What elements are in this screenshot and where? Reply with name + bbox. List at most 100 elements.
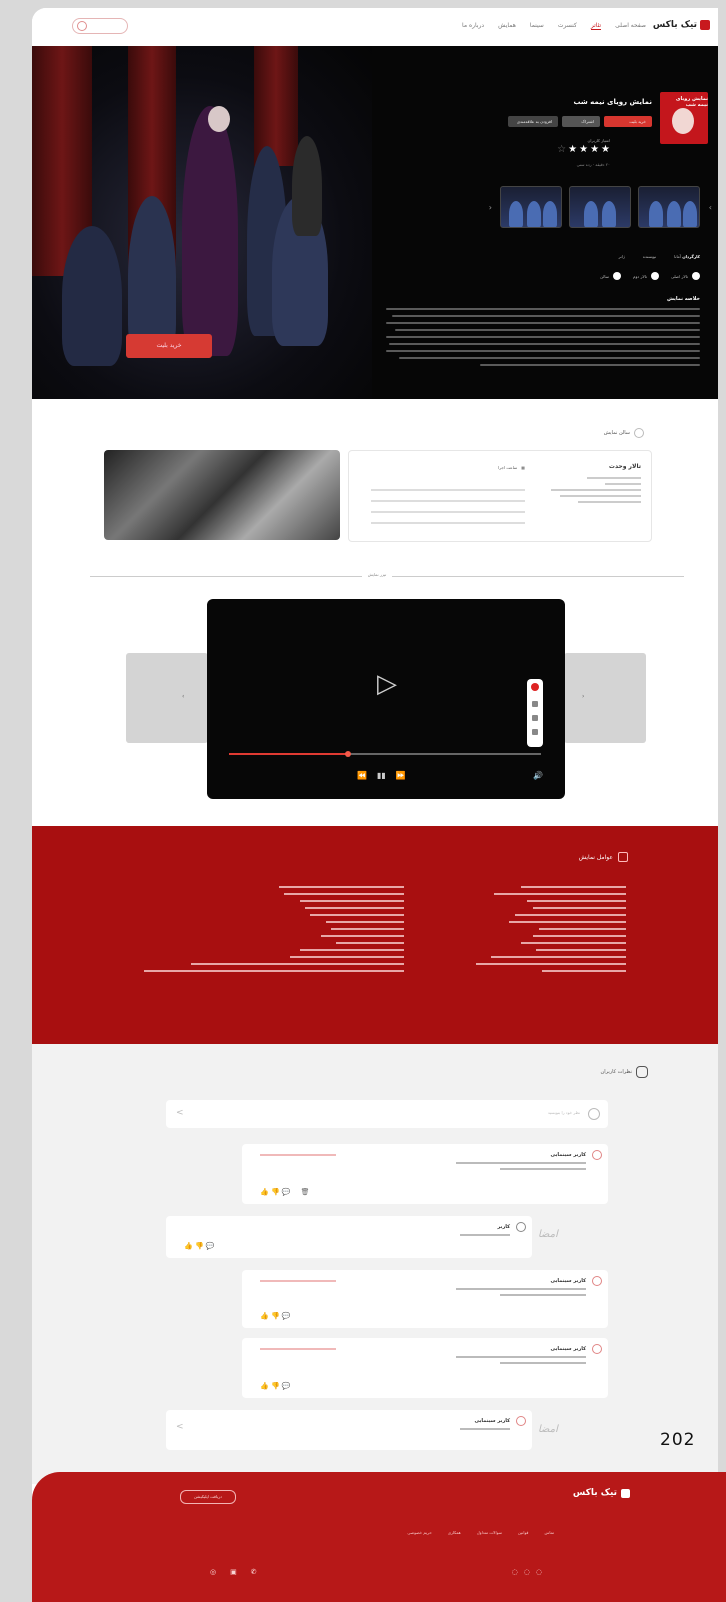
nav-link-home[interactable]: صفحه اصلی xyxy=(615,22,646,30)
footer-brand[interactable]: تیک باکس xyxy=(573,1488,630,1498)
venue-radio-1[interactable]: تالار اصلی xyxy=(671,272,700,280)
reply-input-card[interactable]: کاربر سینمایی < xyxy=(166,1410,532,1450)
description-title: خلاصه نمایش xyxy=(666,296,700,302)
nav-link-cinema[interactable]: سینما xyxy=(530,22,544,30)
video-side-menu[interactable] xyxy=(527,679,543,747)
footer-link[interactable]: قوانین xyxy=(518,1530,528,1535)
search-button[interactable] xyxy=(72,18,128,34)
gallery-thumbnails xyxy=(500,186,700,228)
venue-label: سالن xyxy=(600,273,609,279)
badge-icon[interactable]: ◌ xyxy=(524,1568,530,1576)
share-chip[interactable]: اشتراک xyxy=(562,116,600,127)
avatar xyxy=(592,1276,602,1286)
play-icon[interactable]: ▷ xyxy=(377,671,397,697)
performer-figure xyxy=(128,196,176,356)
video-slide-prev[interactable]: ‹ xyxy=(126,653,208,743)
footer-social-icons: ◎ ▣ ✆ xyxy=(210,1568,257,1576)
year-label: 202 xyxy=(660,1430,696,1450)
gallery-thumb[interactable] xyxy=(569,186,631,228)
reply-actions[interactable]: 👍 👎 💬 xyxy=(184,1242,215,1250)
signature-image: امضا xyxy=(538,1229,558,1240)
footer-link[interactable]: سوالات متداول xyxy=(477,1530,502,1535)
comment-actions[interactable]: 👍 👎 💬 xyxy=(260,1312,291,1320)
footer-link[interactable]: حریم خصوصی xyxy=(407,1530,431,1535)
reaction-icons[interactable]: 👍 👎 💬 xyxy=(260,1382,291,1390)
reply-indicator xyxy=(260,1348,336,1350)
instagram-icon[interactable]: ◎ xyxy=(210,1568,216,1576)
avatar xyxy=(592,1150,602,1160)
avatar xyxy=(592,1344,602,1354)
director-meta: کارگردان آمانا xyxy=(674,254,700,259)
fullscreen-icon[interactable] xyxy=(532,729,538,735)
comment-actions[interactable]: 👍 👎 💬 xyxy=(260,1382,291,1390)
send-icon[interactable]: < xyxy=(176,1108,184,1118)
forward-icon[interactable]: ⏩ xyxy=(396,771,406,780)
venue-radio-3[interactable]: سالن xyxy=(600,272,621,280)
footer-brand-name: تیک باکس xyxy=(572,1488,617,1498)
mask-icon xyxy=(618,852,628,862)
genre-meta: ژانر xyxy=(618,254,625,259)
app-icon[interactable]: ▣ xyxy=(230,1568,237,1576)
brand-logo-icon xyxy=(700,20,710,30)
hero-stage-image: خرید بلیت xyxy=(32,46,372,399)
star-rating[interactable]: ★★★★☆ xyxy=(557,144,612,155)
video-progress-bar[interactable] xyxy=(229,751,541,757)
gallery-thumb[interactable] xyxy=(500,186,562,228)
venue-section-header: سالن نمایش xyxy=(604,428,644,438)
footer-link[interactable]: همکاری xyxy=(448,1530,461,1535)
cast-list-left xyxy=(144,886,404,977)
brand-logo[interactable]: تیک باکس xyxy=(653,20,710,30)
comment-placeholder: نظر خود را بنویسید xyxy=(547,1110,580,1115)
settings-icon[interactable] xyxy=(532,701,538,707)
avatar xyxy=(516,1222,526,1232)
venue-radio-2[interactable]: تالار دوم xyxy=(633,272,660,280)
performer-figure xyxy=(292,136,322,236)
reaction-icons[interactable]: 👍 👎 💬 xyxy=(260,1188,291,1196)
footer-badges: ◌ ◌ ◌ xyxy=(512,1568,542,1576)
favorite-chip[interactable]: افزودن به علاقه‌مندی xyxy=(508,116,558,127)
volume-icon[interactable]: 🔊 xyxy=(533,771,543,780)
footer-link[interactable]: تماس xyxy=(544,1530,554,1535)
reaction-icons[interactable]: 👍 👎 💬 xyxy=(184,1242,215,1250)
video-section-title: تیزر نمایش xyxy=(362,572,392,577)
download-app-button[interactable]: دریافت اپلیکیشن xyxy=(180,1490,236,1504)
hero-section: خرید بلیت نمایش رویای نیمه شب نمایش رویا… xyxy=(32,46,718,399)
share-icon[interactable]: < xyxy=(176,1422,184,1432)
quality-icon[interactable] xyxy=(532,715,538,721)
reaction-icons[interactable]: 👍 👎 💬 xyxy=(260,1312,291,1320)
comment-icon xyxy=(636,1066,648,1078)
nav-link-theater[interactable]: تئاتر xyxy=(590,22,602,30)
brand-logo-icon xyxy=(621,1488,630,1498)
cast-section: عوامل نمایش xyxy=(32,826,718,1044)
video-slide-next[interactable]: › xyxy=(564,653,646,743)
nav-link-conference[interactable]: همایش xyxy=(498,22,516,30)
curtain-right xyxy=(254,46,298,166)
comment-author: کاربر سینمایی xyxy=(550,1152,586,1158)
gallery-next-icon[interactable]: › xyxy=(709,203,712,212)
badge-icon[interactable]: ◌ xyxy=(536,1568,542,1576)
location-icon xyxy=(634,428,644,438)
nav-link-about[interactable]: درباره ما xyxy=(462,22,484,30)
venue-card: تالار وحدت ▦ ساعت اجرا xyxy=(348,450,652,542)
delete-icon[interactable]: 🗑 xyxy=(301,1188,310,1196)
comments-header: نظرات کاربران xyxy=(601,1066,648,1078)
rewind-icon[interactable]: ⏪ xyxy=(357,771,367,780)
phone-icon[interactable]: ✆ xyxy=(251,1568,257,1576)
show-title: نمایش رویای نیمه شب xyxy=(573,98,652,106)
action-chips: خرید بلیت اشتراک افزودن به علاقه‌مندی xyxy=(508,116,652,127)
video-player[interactable]: ▷ ⏪ ▮▮ ⏩ 🔊 xyxy=(207,599,565,799)
buy-ticket-button[interactable]: خرید بلیت xyxy=(126,334,212,358)
venue-photo xyxy=(104,450,340,540)
buy-chip[interactable]: خرید بلیت xyxy=(604,116,652,127)
gallery-thumb[interactable] xyxy=(638,186,700,228)
comment-card: کاربر سینمایی 👍 👎 💬 🗑 xyxy=(242,1144,608,1204)
comment-input[interactable]: < نظر خود را بنویسید xyxy=(166,1100,608,1128)
gallery-prev-icon[interactable]: ‹ xyxy=(489,203,492,212)
pause-icon[interactable]: ▮▮ xyxy=(377,771,386,780)
video-scrubber-handle[interactable] xyxy=(344,751,351,757)
calendar-icon: ▦ xyxy=(521,465,525,470)
badge-icon[interactable]: ◌ xyxy=(512,1568,518,1576)
nav-link-concert[interactable]: کنسرت xyxy=(558,22,577,30)
record-icon[interactable] xyxy=(531,683,539,691)
comment-actions[interactable]: 👍 👎 💬 🗑 xyxy=(260,1188,310,1196)
